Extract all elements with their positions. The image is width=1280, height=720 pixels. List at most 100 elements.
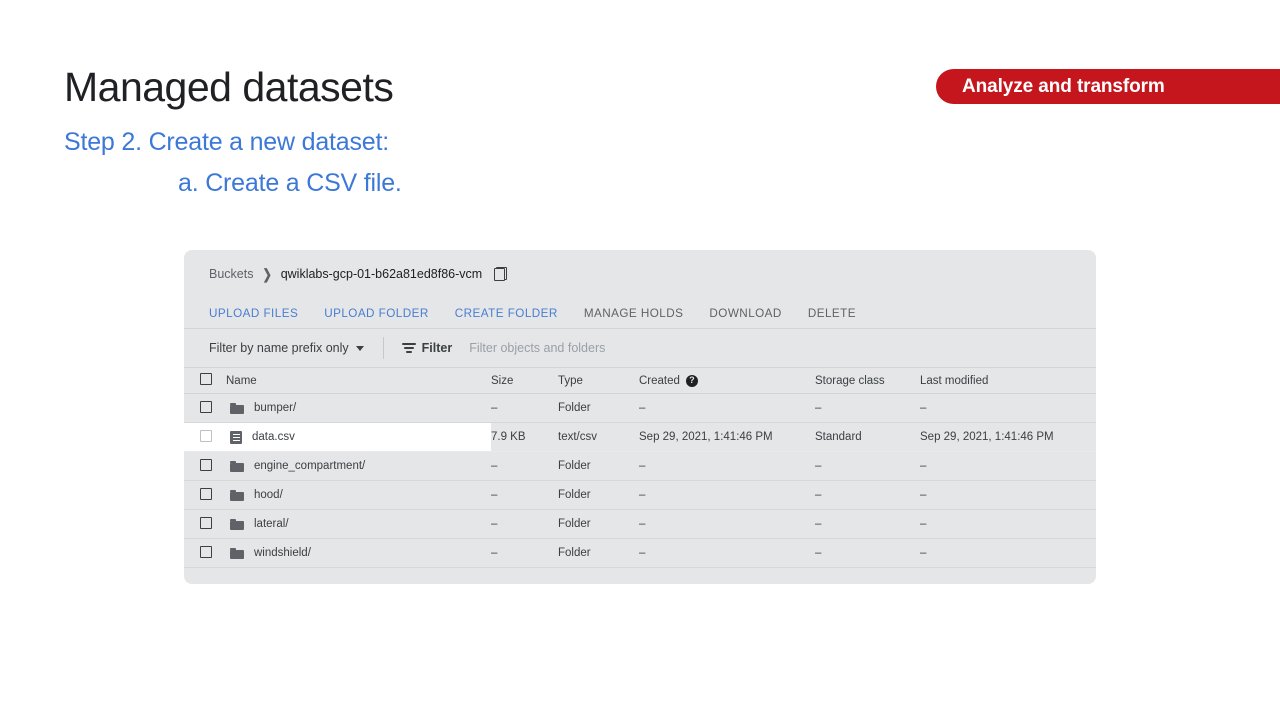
breadcrumb-item-bucket-name: qwiklabs-gcp-01-b62a81ed8f86-vcm	[280, 267, 483, 281]
row-size: –	[491, 509, 558, 539]
row-last-modified: –	[920, 509, 1096, 539]
help-icon[interactable]: ?	[685, 374, 698, 387]
row-name-cell: bumper/	[226, 393, 491, 423]
object-name-link[interactable]: data.csv	[252, 431, 295, 443]
storage-browser-card: Buckets ❯ qwiklabs-gcp-01-b62a81ed8f86-v…	[184, 250, 1096, 584]
column-header-storage-class[interactable]: Storage class	[815, 368, 920, 394]
row-checkbox[interactable]	[200, 458, 212, 471]
filter-divider	[382, 337, 384, 359]
table-header-row: Name Size Type Created ? Storage class L…	[184, 368, 1096, 394]
row-name-cell: windshield/	[226, 538, 491, 568]
row-created: –	[639, 509, 815, 539]
breadcrumb: Buckets ❯ qwiklabs-gcp-01-b62a81ed8f86-v…	[184, 250, 1096, 298]
prefix-mode-label: Filter by name prefix only	[209, 341, 349, 355]
row-checkbox-cell	[184, 451, 226, 481]
chevron-down-icon	[355, 345, 364, 351]
folder-icon	[230, 460, 244, 472]
object-name-link[interactable]: windshield/	[254, 547, 311, 559]
folder-icon	[230, 518, 244, 530]
row-storage-class: –	[815, 393, 920, 423]
row-storage-class: –	[815, 538, 920, 568]
table-row[interactable]: hood/ – Folder – – –	[184, 480, 1096, 510]
create-folder-button[interactable]: CREATE FOLDER	[442, 307, 571, 320]
row-storage-class: –	[815, 509, 920, 539]
row-size: –	[491, 480, 558, 510]
table-row[interactable]: windshield/ – Folder – – –	[184, 538, 1096, 568]
row-type: Folder	[558, 538, 639, 568]
row-size: –	[491, 538, 558, 568]
row-created: –	[639, 538, 815, 568]
folder-icon	[230, 402, 244, 414]
row-checkbox[interactable]	[200, 487, 212, 500]
row-checkbox-cell	[184, 422, 226, 452]
breadcrumb-separator-icon: ❯	[262, 267, 272, 283]
upload-folder-button[interactable]: UPLOAD FOLDER	[311, 307, 442, 320]
manage-holds-button[interactable]: MANAGE HOLDS	[571, 307, 697, 320]
row-name-cell: hood/	[226, 480, 491, 510]
column-header-created-label: Created	[639, 374, 680, 387]
table-row[interactable]: bumper/ – Folder – – –	[184, 393, 1096, 423]
filter-label[interactable]: Filter	[422, 341, 453, 355]
folder-icon	[230, 547, 244, 559]
filter-input[interactable]	[467, 340, 902, 356]
select-all-header	[184, 368, 226, 394]
storage-toolbar: UPLOAD FILES UPLOAD FOLDER CREATE FOLDER…	[184, 298, 1096, 329]
row-storage-class: Standard	[815, 422, 920, 452]
row-storage-class: –	[815, 480, 920, 510]
row-checkbox-cell	[184, 480, 226, 510]
section-banner: Analyze and transform	[936, 69, 1280, 104]
row-last-modified: –	[920, 480, 1096, 510]
row-storage-class: –	[815, 451, 920, 481]
row-name-cell: lateral/	[226, 509, 491, 539]
object-name-link[interactable]: lateral/	[254, 518, 289, 530]
row-last-modified: –	[920, 393, 1096, 423]
row-type: Folder	[558, 393, 639, 423]
row-last-modified: Sep 29, 2021, 1:41:46 PM	[920, 422, 1096, 452]
object-name-link[interactable]: hood/	[254, 489, 283, 501]
column-header-name[interactable]: Name	[226, 368, 491, 394]
row-created: –	[639, 451, 815, 481]
upload-files-button[interactable]: UPLOAD FILES	[209, 307, 311, 320]
table-row[interactable]: data.csv 7.9 KB text/csv Sep 29, 2021, 1…	[184, 422, 1096, 452]
delete-button[interactable]: DELETE	[795, 307, 869, 320]
row-size: –	[491, 393, 558, 423]
column-header-created[interactable]: Created ?	[639, 368, 815, 394]
copy-icon[interactable]	[494, 267, 508, 281]
object-name-link[interactable]: engine_compartment/	[254, 460, 365, 472]
section-banner-label: Analyze and transform	[962, 75, 1165, 97]
row-checkbox-cell	[184, 393, 226, 423]
folder-icon	[230, 489, 244, 501]
table-row[interactable]: engine_compartment/ – Folder – – –	[184, 451, 1096, 481]
row-type: Folder	[558, 451, 639, 481]
row-type: text/csv	[558, 422, 639, 452]
column-header-type[interactable]: Type	[558, 368, 639, 394]
row-created: –	[639, 393, 815, 423]
row-checkbox[interactable]	[200, 545, 212, 558]
substep-heading: a. Create a CSV file.	[178, 169, 402, 197]
column-header-size[interactable]: Size	[491, 368, 558, 394]
breadcrumb-item-buckets[interactable]: Buckets	[209, 267, 253, 281]
prefix-mode-dropdown[interactable]: Filter by name prefix only	[209, 341, 364, 355]
row-checkbox[interactable]	[200, 400, 212, 413]
row-last-modified: –	[920, 451, 1096, 481]
row-checkbox-cell	[184, 509, 226, 539]
row-name-cell: engine_compartment/	[226, 451, 491, 481]
column-header-last-modified[interactable]: Last modified	[920, 368, 1096, 394]
object-name-link[interactable]: bumper/	[254, 402, 296, 414]
filter-icon	[401, 343, 416, 353]
row-name-cell: data.csv	[226, 422, 491, 452]
row-checkbox-cell	[184, 538, 226, 568]
objects-table: Name Size Type Created ? Storage class L…	[184, 368, 1096, 568]
row-type: Folder	[558, 480, 639, 510]
table-row[interactable]: lateral/ – Folder – – –	[184, 509, 1096, 539]
row-size: 7.9 KB	[491, 422, 558, 452]
row-checkbox[interactable]	[200, 516, 212, 529]
row-created: Sep 29, 2021, 1:41:46 PM	[639, 422, 815, 452]
row-size: –	[491, 451, 558, 481]
step-heading: Step 2. Create a new dataset:	[64, 128, 389, 156]
row-checkbox[interactable]	[200, 429, 212, 442]
select-all-checkbox[interactable]	[200, 373, 212, 385]
csv-file-icon	[230, 430, 242, 444]
download-button[interactable]: DOWNLOAD	[696, 307, 794, 320]
row-type: Folder	[558, 509, 639, 539]
